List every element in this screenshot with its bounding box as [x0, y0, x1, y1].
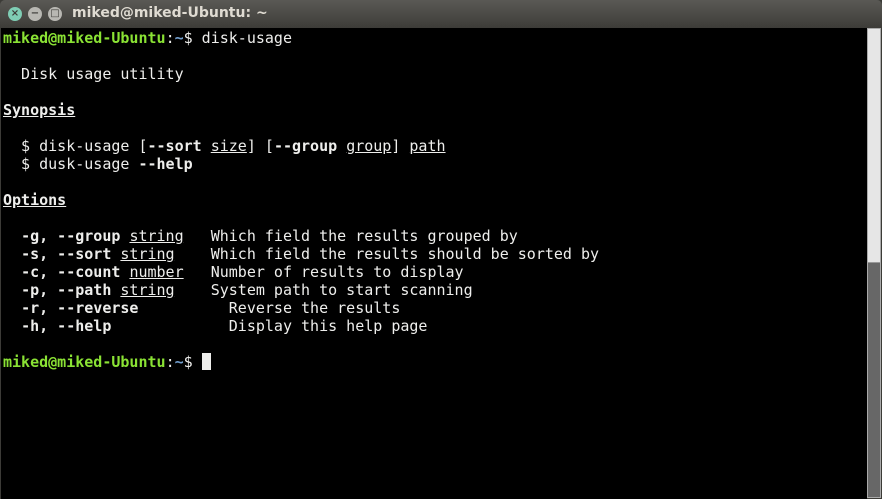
terminal-line: Options: [3, 191, 599, 209]
terminal-text: size: [210, 137, 247, 155]
terminal-text: ]: [391, 137, 410, 155]
terminal-text: miked@miked-Ubuntu: [3, 29, 166, 47]
terminal-text: Options: [3, 191, 67, 209]
terminal-line: $ dusk-usage --help: [3, 155, 599, 173]
terminal-line: -g, --group string Which field the resul…: [3, 227, 599, 245]
terminal-text: Which field the results grouped by: [183, 227, 518, 245]
minimize-button[interactable]: −: [28, 7, 42, 21]
maximize-button[interactable]: □: [48, 7, 62, 21]
terminal-text: path: [409, 137, 446, 155]
terminal-text: :: [165, 353, 175, 371]
terminal-line: -c, --count number Number of results to …: [3, 263, 599, 281]
terminal-line: Synopsis: [3, 101, 599, 119]
terminal-line: Disk usage utility: [3, 65, 599, 83]
terminal-text: -p, --path: [21, 281, 112, 299]
close-button[interactable]: ×: [8, 7, 22, 21]
terminal-line: -r, --reverse Reverse the results: [3, 299, 599, 317]
scrollbar[interactable]: [867, 28, 881, 498]
terminal-text: Disk usage utility: [3, 65, 184, 83]
terminal-line: -h, --help Display this help page: [3, 317, 599, 335]
terminal-text: Which field the results should be sorted…: [174, 245, 600, 263]
terminal-output: miked@miked-Ubuntu:~$ disk-usage Disk us…: [3, 29, 599, 371]
terminal-text: --sort: [147, 137, 202, 155]
terminal-text: $ disk-usage: [183, 29, 292, 47]
window-title: miked@miked-Ubuntu: ~: [72, 5, 268, 21]
terminal-area[interactable]: miked@miked-Ubuntu:~$ disk-usage Disk us…: [1, 28, 867, 499]
terminal-text: ] [: [246, 137, 274, 155]
terminal-line: -s, --sort string Which field the result…: [3, 245, 599, 263]
terminal-text: miked@miked-Ubuntu: [3, 353, 166, 371]
terminal-line: -p, --path string System path to start s…: [3, 281, 599, 299]
title-bar[interactable]: × − □ miked@miked-Ubuntu: ~: [0, 0, 882, 28]
terminal-text: --group: [273, 137, 338, 155]
terminal-line: miked@miked-Ubuntu:~$: [3, 353, 599, 371]
terminal-text: ~: [174, 29, 184, 47]
terminal-text: $ dusk-usage: [3, 155, 139, 173]
terminal-text: string: [129, 227, 184, 245]
terminal-text: string: [120, 245, 175, 263]
terminal-text: -c, --count: [21, 263, 121, 281]
terminal-text: group: [346, 137, 392, 155]
terminal-line: $ disk-usage [--sort size] [--group grou…: [3, 137, 599, 155]
terminal-line: miked@miked-Ubuntu:~$ disk-usage: [3, 29, 599, 47]
terminal-text: Reverse the results: [138, 299, 401, 317]
terminal-text: ~: [174, 353, 184, 371]
cursor: [201, 353, 211, 370]
terminal-text: -s, --sort: [21, 245, 112, 263]
terminal-text: $ disk-usage [: [3, 137, 148, 155]
terminal-text: --help: [138, 155, 193, 173]
close-icon: ×: [10, 8, 20, 19]
terminal-text: -r, --reverse: [21, 299, 139, 317]
terminal-text: System path to start scanning: [174, 281, 473, 299]
terminal-text: :: [165, 29, 175, 47]
maximize-icon: □: [50, 8, 60, 19]
terminal-text: string: [120, 281, 175, 299]
terminal-text: $: [183, 353, 202, 371]
terminal-text: Number of results to display: [183, 263, 464, 281]
scrollbar-thumb[interactable]: [868, 262, 880, 497]
terminal-text: number: [129, 263, 184, 281]
terminal-text: Display this help page: [111, 317, 428, 335]
terminal-text: Synopsis: [3, 101, 76, 119]
minimize-icon: −: [30, 8, 40, 19]
terminal-text: -g, --group: [21, 227, 121, 245]
terminal-text: -h, --help: [21, 317, 112, 335]
